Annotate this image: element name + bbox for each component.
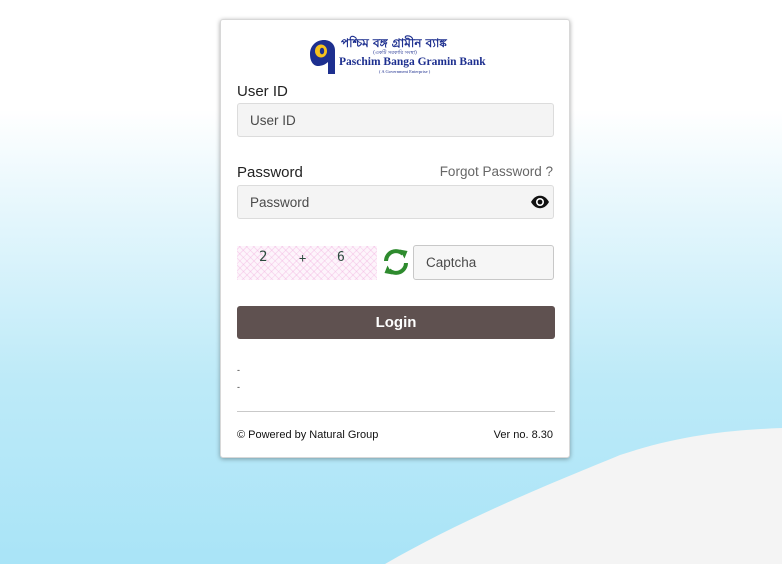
user-id-label: User ID <box>237 83 288 100</box>
powered-by-text: © Powered by Natural Group <box>237 429 379 441</box>
login-button[interactable]: Login <box>237 306 555 339</box>
captcha-image: 2 + 6 <box>237 246 377 280</box>
message-line-2: - <box>237 382 240 392</box>
logo-english-tagline: ( A Government Enterprise ) <box>379 69 431 74</box>
captcha-operator: + <box>299 251 307 265</box>
bank-logo: পশ্চিম বঙ্গ গ্রামীন ব্যাঙ্ক (একটি সরকারি… <box>307 36 487 78</box>
user-id-input[interactable] <box>237 103 554 137</box>
captcha-digit-2: 6 <box>337 250 345 265</box>
logo-bengali-name: পশ্চিম বঙ্গ গ্রামীন ব্যাঙ্ক <box>341 36 447 50</box>
captcha-digit-1: 2 <box>259 249 268 265</box>
password-label: Password <box>237 164 303 181</box>
message-line-1: - <box>237 365 240 375</box>
forgot-password-link[interactable]: Forgot Password ? <box>440 164 553 179</box>
password-input[interactable] <box>237 185 554 219</box>
bank-logo-icon <box>310 40 335 74</box>
logo-english-name: Paschim Banga Gramin Bank <box>339 56 486 68</box>
captcha-input[interactable] <box>413 245 554 280</box>
footer-divider <box>237 411 555 412</box>
version-text: Ver no. 8.30 <box>493 429 553 441</box>
login-card: পশ্চিম বঙ্গ গ্রামীন ব্যাঙ্ক (একটি সরকারি… <box>220 19 570 458</box>
refresh-icon[interactable] <box>381 247 411 277</box>
eye-icon[interactable] <box>530 195 550 209</box>
